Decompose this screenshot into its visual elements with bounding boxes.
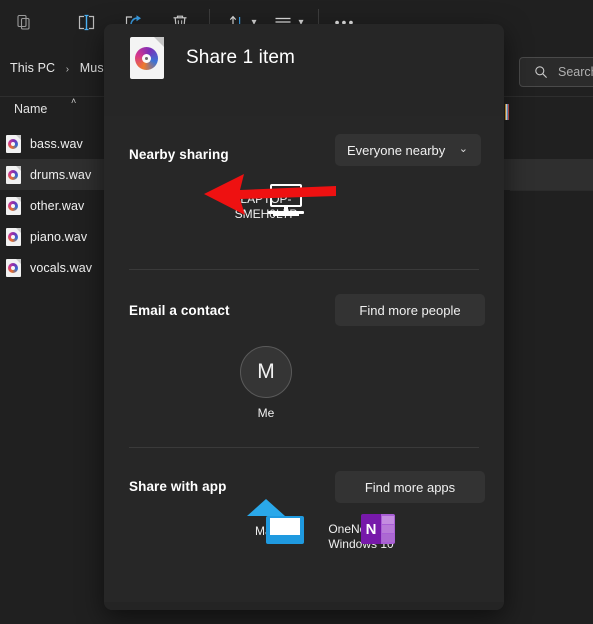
avatar-initial: M xyxy=(257,360,275,383)
share-dialog-body: Nearby sharing Everyone nearby ⌄ LAPTOP-… xyxy=(104,116,504,602)
nearby-sharing-scope-dropdown[interactable]: Everyone nearby ⌄ xyxy=(335,134,481,166)
dropdown-selected-value: Everyone nearby xyxy=(347,142,446,158)
app-tile-onenote[interactable]: N OneNote for Windows 10 xyxy=(315,514,407,552)
background-color-fragment xyxy=(505,104,509,120)
share-dialog-header: Share 1 item xyxy=(104,24,504,92)
app-tile-mail[interactable]: Mail xyxy=(220,499,312,544)
wav-file-icon xyxy=(6,165,21,184)
file-name: vocals.wav xyxy=(30,260,93,275)
wav-file-icon xyxy=(6,196,21,215)
search-placeholder: Search xyxy=(558,65,593,79)
audio-file-icon xyxy=(130,37,164,79)
search-icon xyxy=(535,66,547,78)
copy-button[interactable] xyxy=(8,7,38,37)
search-input[interactable]: Search xyxy=(519,57,593,87)
file-name: drums.wav xyxy=(30,167,92,182)
contact-label: Me xyxy=(257,406,275,420)
chevron-down-icon: ⌄ xyxy=(458,143,468,155)
share-dialog-footer: Discoverable as Shashwat-Laptop xyxy=(104,602,504,610)
nearby-device-tile[interactable]: LAPTOP- SMEH0L7P xyxy=(220,184,312,222)
copy-icon xyxy=(16,14,30,30)
section-divider xyxy=(129,447,479,448)
breadcrumb[interactable]: This PC › Music xyxy=(10,61,113,75)
rename-icon xyxy=(78,14,94,30)
contact-tile-me[interactable]: M Me xyxy=(220,346,312,421)
find-more-people-label: Find more people xyxy=(359,302,461,318)
find-more-people-button[interactable]: Find more people xyxy=(335,294,485,326)
share-dialog: Share 1 item Nearby sharing Everyone nea… xyxy=(104,24,504,610)
avatar: M xyxy=(240,346,292,398)
breadcrumb-separator-icon: › xyxy=(65,64,70,75)
find-more-apps-button[interactable]: Find more apps xyxy=(335,471,485,503)
wav-file-icon xyxy=(6,227,21,246)
column-header-name[interactable]: Name xyxy=(14,102,47,116)
sort-ascending-caret-icon: ˄ xyxy=(71,96,77,106)
wav-file-icon xyxy=(6,134,21,153)
file-name: piano.wav xyxy=(30,229,88,244)
file-name: other.wav xyxy=(30,198,85,213)
section-divider xyxy=(129,269,479,270)
wav-file-icon xyxy=(6,258,21,277)
find-more-apps-label: Find more apps xyxy=(364,479,456,495)
nearby-sharing-heading: Nearby sharing xyxy=(129,147,229,162)
share-dialog-title: Share 1 item xyxy=(186,47,295,68)
rename-button[interactable] xyxy=(71,7,101,37)
breadcrumb-item-this-pc[interactable]: This PC xyxy=(10,61,55,75)
file-name: bass.wav xyxy=(30,136,83,151)
email-contact-heading: Email a contact xyxy=(129,303,230,318)
share-with-app-heading: Share with app xyxy=(129,479,227,494)
